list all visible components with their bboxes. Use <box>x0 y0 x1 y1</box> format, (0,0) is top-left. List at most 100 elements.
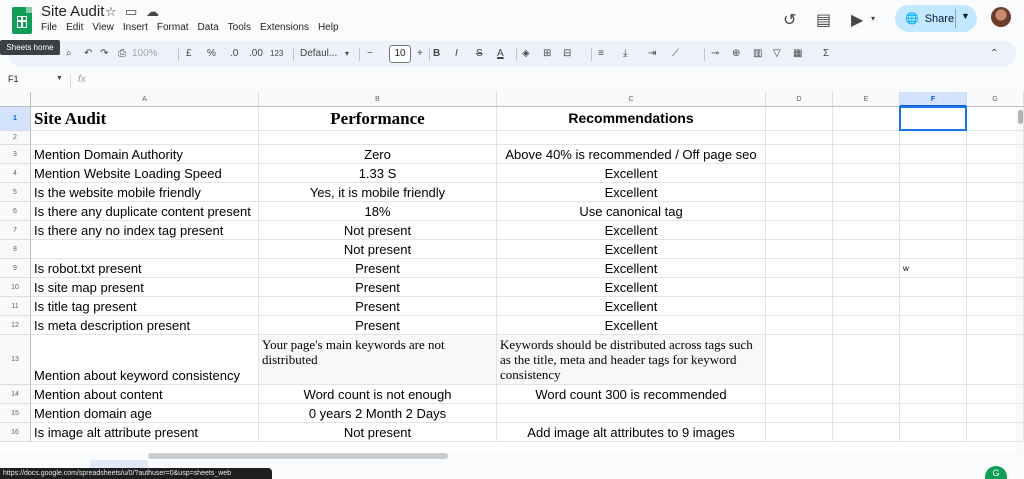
cell-g7[interactable] <box>967 221 1024 240</box>
explore-icon[interactable]: G <box>985 466 1007 479</box>
cell-g1[interactable] <box>967 107 1024 131</box>
cell-f3[interactable] <box>900 145 967 164</box>
cell-e3[interactable] <box>833 145 900 164</box>
column-header-e[interactable]: E <box>833 92 900 107</box>
star-icon[interactable]: ☆ <box>105 4 117 20</box>
cell-g8[interactable] <box>967 240 1024 259</box>
cell-f4[interactable] <box>900 164 967 183</box>
cell-b14[interactable]: Word count is not enough <box>259 385 497 404</box>
menu-data[interactable]: Data <box>198 22 219 33</box>
cell-c2[interactable] <box>497 131 766 145</box>
cell-b8[interactable]: Not present <box>259 240 497 259</box>
print-icon[interactable]: ⎙ <box>118 47 126 61</box>
cell-a5[interactable]: Is the website mobile friendly <box>31 183 259 202</box>
comments-icon[interactable]: ▤ <box>816 10 831 30</box>
cell-e16[interactable] <box>833 423 900 442</box>
cell-f12[interactable] <box>900 316 967 335</box>
cell-e13[interactable] <box>833 335 900 385</box>
zoom-select[interactable]: 100% <box>132 47 158 61</box>
fill-color-icon[interactable]: ◈ <box>522 47 530 61</box>
cell-g3[interactable] <box>967 145 1024 164</box>
cell-e4[interactable] <box>833 164 900 183</box>
cell-a8[interactable] <box>31 240 259 259</box>
increase-font-size-icon[interactable]: + <box>417 47 423 61</box>
document-title[interactable]: Site Audit <box>41 3 104 20</box>
share-button[interactable]: 🌐 Share ▼ <box>895 5 977 32</box>
column-header-b[interactable]: B <box>259 92 497 107</box>
text-color-button[interactable]: A <box>497 47 504 61</box>
cell-g11[interactable] <box>967 297 1024 316</box>
vertical-align-icon[interactable]: ⤓ <box>623 47 627 61</box>
text-wrapping-icon[interactable]: ⇥ <box>648 47 656 61</box>
menu-tools[interactable]: Tools <box>228 22 251 33</box>
cell-a6[interactable]: Is there any duplicate content present <box>31 202 259 221</box>
cell-b10[interactable]: Present <box>259 278 497 297</box>
row-header[interactable]: 6 <box>0 202 31 221</box>
cell-a16[interactable]: Is image alt attribute present <box>31 423 259 442</box>
column-header-f[interactable]: F <box>900 92 967 107</box>
cell-c11[interactable]: Excellent <box>497 297 766 316</box>
share-dropdown-icon[interactable]: ▼ <box>961 11 970 21</box>
bold-button[interactable]: B <box>433 47 440 61</box>
cell-f6[interactable] <box>900 202 967 221</box>
cell-f15[interactable] <box>900 404 967 423</box>
cell-a3[interactable]: Mention Domain Authority <box>31 145 259 164</box>
meet-video-icon[interactable]: ▶ <box>851 10 863 30</box>
cell-e11[interactable] <box>833 297 900 316</box>
cell-c3[interactable]: Above 40% is recommended / Off page seo <box>497 145 766 164</box>
cell-b16[interactable]: Not present <box>259 423 497 442</box>
cell-d12[interactable] <box>766 316 833 335</box>
version-history-icon[interactable]: ↺ <box>783 10 796 30</box>
cell-d2[interactable] <box>766 131 833 145</box>
cell-b1[interactable]: Performance <box>259 107 497 131</box>
cell-e7[interactable] <box>833 221 900 240</box>
cell-f2[interactable] <box>900 131 967 145</box>
redo-icon[interactable]: ↷ <box>100 47 108 61</box>
cell-b12[interactable]: Present <box>259 316 497 335</box>
row-header[interactable]: 7 <box>0 221 31 240</box>
cell-c1[interactable]: Recommendations <box>497 107 766 131</box>
cell-d9[interactable] <box>766 259 833 278</box>
menu-edit[interactable]: Edit <box>66 22 83 33</box>
menu-format[interactable]: Format <box>157 22 189 33</box>
undo-icon[interactable]: ↶ <box>84 47 92 61</box>
row-header[interactable]: 11 <box>0 297 31 316</box>
meet-caret-icon[interactable]: ▾ <box>871 14 875 23</box>
cell-g14[interactable] <box>967 385 1024 404</box>
cell-d10[interactable] <box>766 278 833 297</box>
filter-icon[interactable]: ▽ <box>773 47 781 61</box>
column-header-g[interactable]: G <box>967 92 1024 107</box>
move-folder-icon[interactable]: ▭ <box>125 4 137 20</box>
cell-b6[interactable]: 18% <box>259 202 497 221</box>
cell-g5[interactable] <box>967 183 1024 202</box>
filter-views-icon[interactable]: ▦ <box>793 47 802 61</box>
column-header-c[interactable]: C <box>497 92 766 107</box>
italic-button[interactable]: I <box>455 47 458 61</box>
cell-b4[interactable]: 1.33 S <box>259 164 497 183</box>
avatar[interactable] <box>991 7 1011 27</box>
currency-format-button[interactable]: £ <box>186 47 192 61</box>
cell-f9[interactable]: w <box>900 259 967 278</box>
cell-f5[interactable] <box>900 183 967 202</box>
cell-g10[interactable] <box>967 278 1024 297</box>
row-header[interactable]: 14 <box>0 385 31 404</box>
cell-f8[interactable] <box>900 240 967 259</box>
cell-a15[interactable]: Mention domain age <box>31 404 259 423</box>
cell-c10[interactable]: Excellent <box>497 278 766 297</box>
cell-a7[interactable]: Is there any no index tag present <box>31 221 259 240</box>
cell-f16[interactable] <box>900 423 967 442</box>
cell-e8[interactable] <box>833 240 900 259</box>
cell-c5[interactable]: Excellent <box>497 183 766 202</box>
strikethrough-button[interactable]: S <box>476 47 483 61</box>
row-header[interactable]: 1 <box>0 107 31 131</box>
cell-f7[interactable] <box>900 221 967 240</box>
cell-e10[interactable] <box>833 278 900 297</box>
cell-a11[interactable]: Is title tag present <box>31 297 259 316</box>
decrease-decimal-button[interactable]: .0 <box>230 47 238 61</box>
row-header[interactable]: 3 <box>0 145 31 164</box>
cell-c12[interactable]: Excellent <box>497 316 766 335</box>
cell-c9[interactable]: Excellent <box>497 259 766 278</box>
cell-d16[interactable] <box>766 423 833 442</box>
cell-e9[interactable] <box>833 259 900 278</box>
cell-a14[interactable]: Mention about content <box>31 385 259 404</box>
